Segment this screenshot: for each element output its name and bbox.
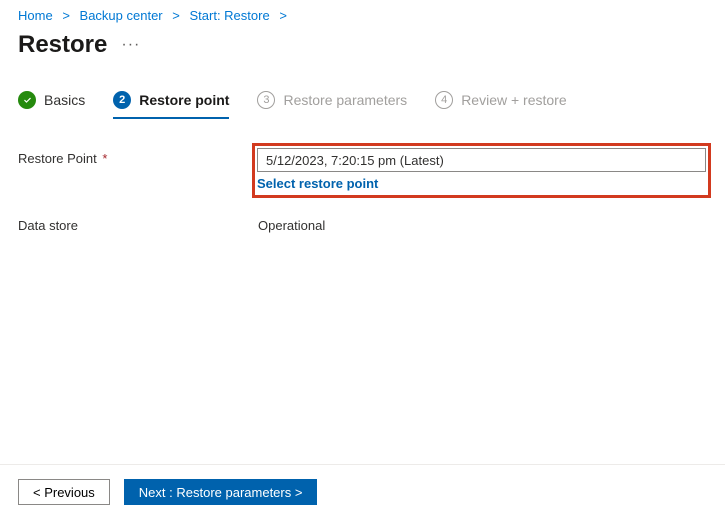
footer-divider xyxy=(0,464,725,465)
row-data-store: Data store Operational xyxy=(18,214,707,233)
chevron-right-icon: > xyxy=(279,8,287,23)
chevron-right-icon: > xyxy=(62,8,70,23)
step-number-icon: 2 xyxy=(113,91,131,109)
checkmark-icon xyxy=(18,91,36,109)
tab-label: Basics xyxy=(44,92,85,108)
restore-point-highlight: Select restore point xyxy=(252,143,711,198)
wizard-footer: < Previous Next : Restore parameters > xyxy=(18,471,317,505)
tab-label: Review + restore xyxy=(461,92,566,108)
breadcrumb-backup-center[interactable]: Backup center xyxy=(80,8,163,23)
breadcrumb: Home > Backup center > Start: Restore > xyxy=(0,0,725,29)
form-area: Restore Point * Select restore point Dat… xyxy=(0,119,725,233)
next-button[interactable]: Next : Restore parameters > xyxy=(124,479,318,505)
tab-basics[interactable]: Basics xyxy=(18,91,85,119)
breadcrumb-home[interactable]: Home xyxy=(18,8,53,23)
previous-button[interactable]: < Previous xyxy=(18,479,110,505)
required-indicator: * xyxy=(102,151,107,166)
restore-point-label: Restore Point * xyxy=(18,147,258,166)
chevron-right-icon: > xyxy=(172,8,180,23)
page-title: Restore xyxy=(18,31,107,59)
tab-restore-point[interactable]: 2 Restore point xyxy=(113,91,229,119)
tab-label: Restore point xyxy=(139,92,229,108)
tab-label: Restore parameters xyxy=(283,92,407,108)
data-store-value: Operational xyxy=(258,214,707,233)
step-number-icon: 3 xyxy=(257,91,275,109)
page-header: Restore ··· xyxy=(0,29,725,73)
wizard-tabs: Basics 2 Restore point 3 Restore paramet… xyxy=(0,73,725,119)
step-number-icon: 4 xyxy=(435,91,453,109)
row-restore-point: Restore Point * Select restore point xyxy=(18,147,707,192)
data-store-label: Data store xyxy=(18,214,258,233)
breadcrumb-start-restore[interactable]: Start: Restore xyxy=(189,8,269,23)
select-restore-point-link[interactable]: Select restore point xyxy=(257,176,378,191)
more-actions-icon[interactable]: ··· xyxy=(121,36,140,54)
tab-review-restore[interactable]: 4 Review + restore xyxy=(435,91,566,119)
restore-point-input[interactable] xyxy=(257,148,706,172)
tab-restore-parameters[interactable]: 3 Restore parameters xyxy=(257,91,407,119)
